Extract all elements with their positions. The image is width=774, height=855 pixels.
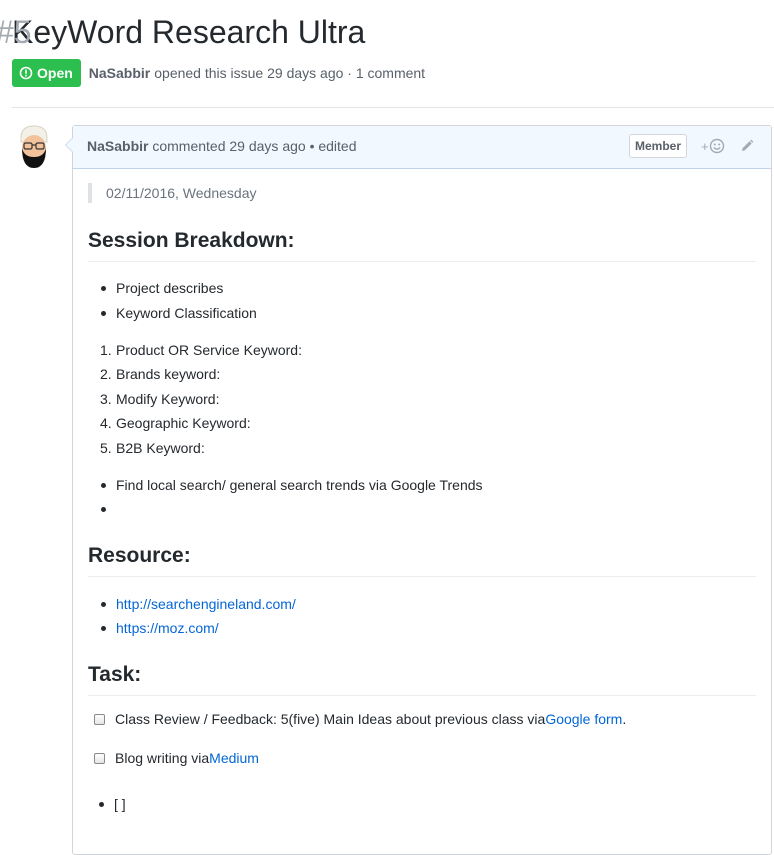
- session-heading: Session Breakdown:: [88, 228, 756, 262]
- numbered-item-text: Modify Keyword:: [116, 391, 220, 407]
- issue-number: #5: [0, 14, 32, 50]
- header-divider: [12, 107, 774, 108]
- state-badge: Open: [12, 59, 81, 87]
- bullet: [101, 507, 106, 512]
- list-item: http://searchengineland.com/: [101, 595, 296, 613]
- task-text: Class Review / Feedback: 5(five) Main Id…: [115, 711, 546, 727]
- bullet: [101, 626, 106, 631]
- task-suffix: .: [622, 711, 627, 727]
- numbered-item: 1. Product OR Service Keyword:: [100, 341, 302, 359]
- item-number: 1.: [100, 342, 112, 358]
- list-item: Project describes: [101, 279, 224, 297]
- comment-header: NaSabbir commented 29 days ago • edited …: [65, 126, 771, 169]
- task-item: Class Review / Feedback: 5(five) Main Id…: [94, 709, 626, 729]
- numbered-item: 4. Geographic Keyword:: [100, 414, 251, 432]
- searchengineland-link[interactable]: http://searchengineland.com/: [116, 596, 296, 612]
- numbered-item-text: Product OR Service Keyword:: [116, 342, 302, 358]
- smiley-icon: [709, 138, 724, 154]
- issue-meta: Open NaSabbir opened this issue 29 days …: [12, 59, 425, 87]
- item-number: 3.: [100, 391, 112, 407]
- numbered-item-text: Geographic Keyword:: [116, 415, 251, 431]
- bullet: [101, 311, 106, 316]
- numbered-item: 2. Brands keyword:: [100, 365, 221, 383]
- pencil-icon[interactable]: [740, 139, 754, 153]
- google-form-link[interactable]: Google form: [545, 709, 622, 729]
- issue-title: KeyWord Research Ultra #5: [0, 12, 366, 52]
- bullet: [101, 286, 106, 291]
- numbered-item-text: Brands keyword:: [116, 366, 221, 382]
- moz-link[interactable]: https://moz.com/: [116, 620, 219, 636]
- avatar[interactable]: [14, 124, 54, 170]
- task-text: Blog writing via: [115, 750, 210, 766]
- numbered-item: 3. Modify Keyword:: [100, 390, 220, 408]
- issue-title-text: KeyWord Research Ultra: [12, 14, 366, 50]
- task-checkbox[interactable]: [94, 713, 105, 725]
- list-item: Find local search/ general search trends…: [101, 476, 483, 494]
- list-item: Keyword Classification: [101, 304, 257, 322]
- task-heading: Task:: [88, 662, 756, 696]
- member-badge: Member: [629, 134, 687, 158]
- add-reaction-button[interactable]: +: [701, 138, 725, 154]
- medium-link[interactable]: Medium: [209, 748, 259, 768]
- list-item: https://moz.com/: [101, 619, 219, 637]
- bullet: [101, 602, 106, 607]
- bullet: [101, 483, 106, 488]
- item-number: 4.: [100, 415, 112, 431]
- task-checkbox[interactable]: [94, 752, 105, 764]
- list-item-text: Project describes: [116, 280, 224, 296]
- comment-box: NaSabbir commented 29 days ago • edited …: [65, 125, 772, 855]
- comment-caret-inner: [59, 138, 73, 152]
- task-item: Blog writing via Medium: [94, 748, 259, 768]
- item-number: 2.: [100, 366, 112, 382]
- date-quote: 02/11/2016, Wednesday: [88, 183, 257, 203]
- reaction-plus-label: +: [701, 138, 709, 154]
- numbered-item: 5. B2B Keyword:: [100, 439, 205, 457]
- issue-opened-icon: [19, 66, 33, 80]
- numbered-item-text: B2B Keyword:: [116, 440, 205, 456]
- item-number: 5.: [100, 440, 112, 456]
- comment-header-text: NaSabbir commented 29 days ago • edited: [87, 138, 357, 154]
- bullet: [99, 802, 104, 807]
- list-item-text: [ ]: [114, 796, 126, 812]
- list-item-text: Find local search/ general search trends…: [116, 477, 483, 493]
- state-label: Open: [37, 65, 73, 81]
- comment-meta-text: commented 29 days ago • edited: [152, 138, 357, 154]
- comment-author-link[interactable]: NaSabbir: [87, 138, 148, 154]
- list-item: [ ]: [99, 795, 126, 813]
- issue-author-link[interactable]: NaSabbir: [89, 65, 150, 81]
- resource-heading: Resource:: [88, 543, 756, 577]
- list-item-text: Keyword Classification: [116, 305, 257, 321]
- issue-opened-text: opened this issue 29 days ago · 1 commen…: [154, 65, 426, 81]
